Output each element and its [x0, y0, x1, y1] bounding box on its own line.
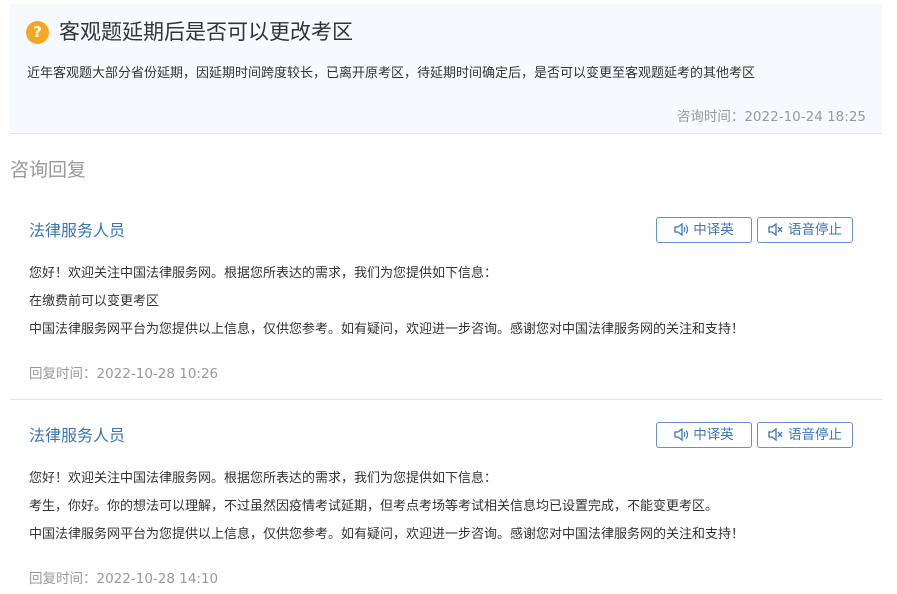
stop-voice-button[interactable]: 语音停止 — [757, 217, 853, 243]
question-time: 咨询时间：2022-10-24 18:25 — [676, 109, 866, 125]
section-title: 咨询回复 — [10, 159, 87, 181]
stop-voice-label: 语音停止 — [788, 222, 842, 238]
translate-button[interactable]: 中译英 — [656, 217, 752, 243]
reply-text-line: 考生，你好。你的想法可以理解，不过虽然因疫情考试延期，但考点考场等考试相关信息均… — [29, 499, 719, 514]
question-panel: ? 客观题延期后是否可以更改考区 近年客观题大部分省份延期，因延期时间跨度较长，… — [10, 4, 882, 132]
reply-author[interactable]: 法律服务人员 — [29, 220, 125, 242]
reply-time: 回复时间：2022-10-28 14:10 — [29, 571, 219, 587]
reply-text-line: 您好！欢迎关注中国法律服务网。根据您所表达的需求，我们为您提供如下信息： — [29, 471, 498, 486]
translate-label: 中译英 — [693, 222, 734, 238]
reply-text-line: 中国法律服务网平台为您提供以上信息，仅供您参考。如有疑问，欢迎进一步咨询。感谢您… — [29, 322, 745, 337]
speaker-icon — [674, 222, 689, 237]
translate-label: 中译英 — [693, 427, 734, 443]
reply-time: 回复时间：2022-10-28 10:26 — [29, 366, 219, 382]
question-title: 客观题延期后是否可以更改考区 — [59, 20, 353, 44]
divider — [10, 399, 882, 400]
question-description: 近年客观题大部分省份延期，因延期时间跨度较长，已离开原考区，待延期时间确定后，是… — [27, 66, 756, 81]
translate-button[interactable]: 中译英 — [656, 422, 752, 448]
reply-text-line: 中国法律服务网平台为您提供以上信息，仅供您参考。如有疑问，欢迎进一步咨询。感谢您… — [29, 527, 745, 542]
stop-voice-button[interactable]: 语音停止 — [757, 422, 853, 448]
question-icon: ? — [26, 21, 49, 44]
stop-voice-label: 语音停止 — [788, 427, 842, 443]
reply-text-line: 您好！欢迎关注中国法律服务网。根据您所表达的需求，我们为您提供如下信息： — [29, 266, 498, 281]
reply-text-line: 在缴费前可以变更考区 — [29, 294, 160, 309]
speaker-icon — [674, 427, 689, 442]
reply-author[interactable]: 法律服务人员 — [29, 425, 125, 447]
mute-icon — [768, 222, 783, 237]
divider — [10, 133, 882, 134]
mute-icon — [768, 427, 783, 442]
